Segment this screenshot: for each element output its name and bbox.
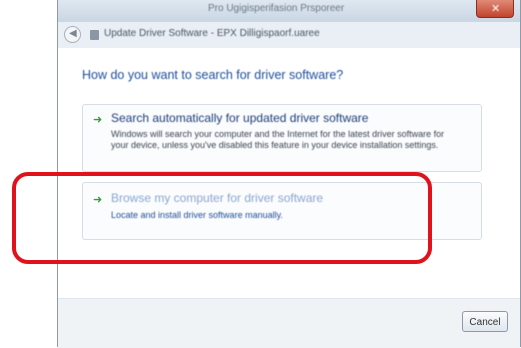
browse-computer-option[interactable]: ➜ Browse my computer for driver software… bbox=[82, 182, 482, 240]
option-title: Search automatically for updated driver … bbox=[111, 111, 369, 125]
driver-update-window: Pro Ugigisperifasion Prsporeer ✕ ◀ Updat… bbox=[57, 0, 521, 348]
wizard-title: Update Driver Software - EPX Dilligispao… bbox=[104, 28, 320, 39]
option-description: Locate and install driver software manua… bbox=[111, 210, 283, 220]
navigation-bar: ◀ Update Driver Software - EPX Dilligisp… bbox=[58, 22, 520, 49]
close-icon: ✕ bbox=[491, 3, 501, 15]
wizard-footer: Cancel bbox=[58, 298, 520, 348]
close-button[interactable]: ✕ bbox=[476, 0, 514, 18]
device-icon bbox=[90, 30, 99, 40]
window-title: Pro Ugigisperifasion Prsporeer bbox=[208, 3, 345, 14]
back-button[interactable]: ◀ bbox=[64, 26, 81, 43]
title-bar: Pro Ugigisperifasion Prsporeer ✕ bbox=[58, 0, 520, 22]
green-arrow-icon: ➜ bbox=[93, 114, 103, 126]
green-arrow-icon: ➜ bbox=[93, 194, 103, 206]
page-heading: How do you want to search for driver sof… bbox=[82, 68, 344, 82]
wizard-content: How do you want to search for driver sof… bbox=[58, 48, 520, 298]
back-arrow-icon: ◀ bbox=[69, 28, 77, 39]
option-title: Browse my computer for driver software bbox=[111, 191, 324, 205]
cancel-button[interactable]: Cancel bbox=[462, 311, 508, 332]
search-automatically-option[interactable]: ➜ Search automatically for updated drive… bbox=[82, 104, 482, 172]
option-description: Windows will search your computer and th… bbox=[111, 129, 445, 150]
